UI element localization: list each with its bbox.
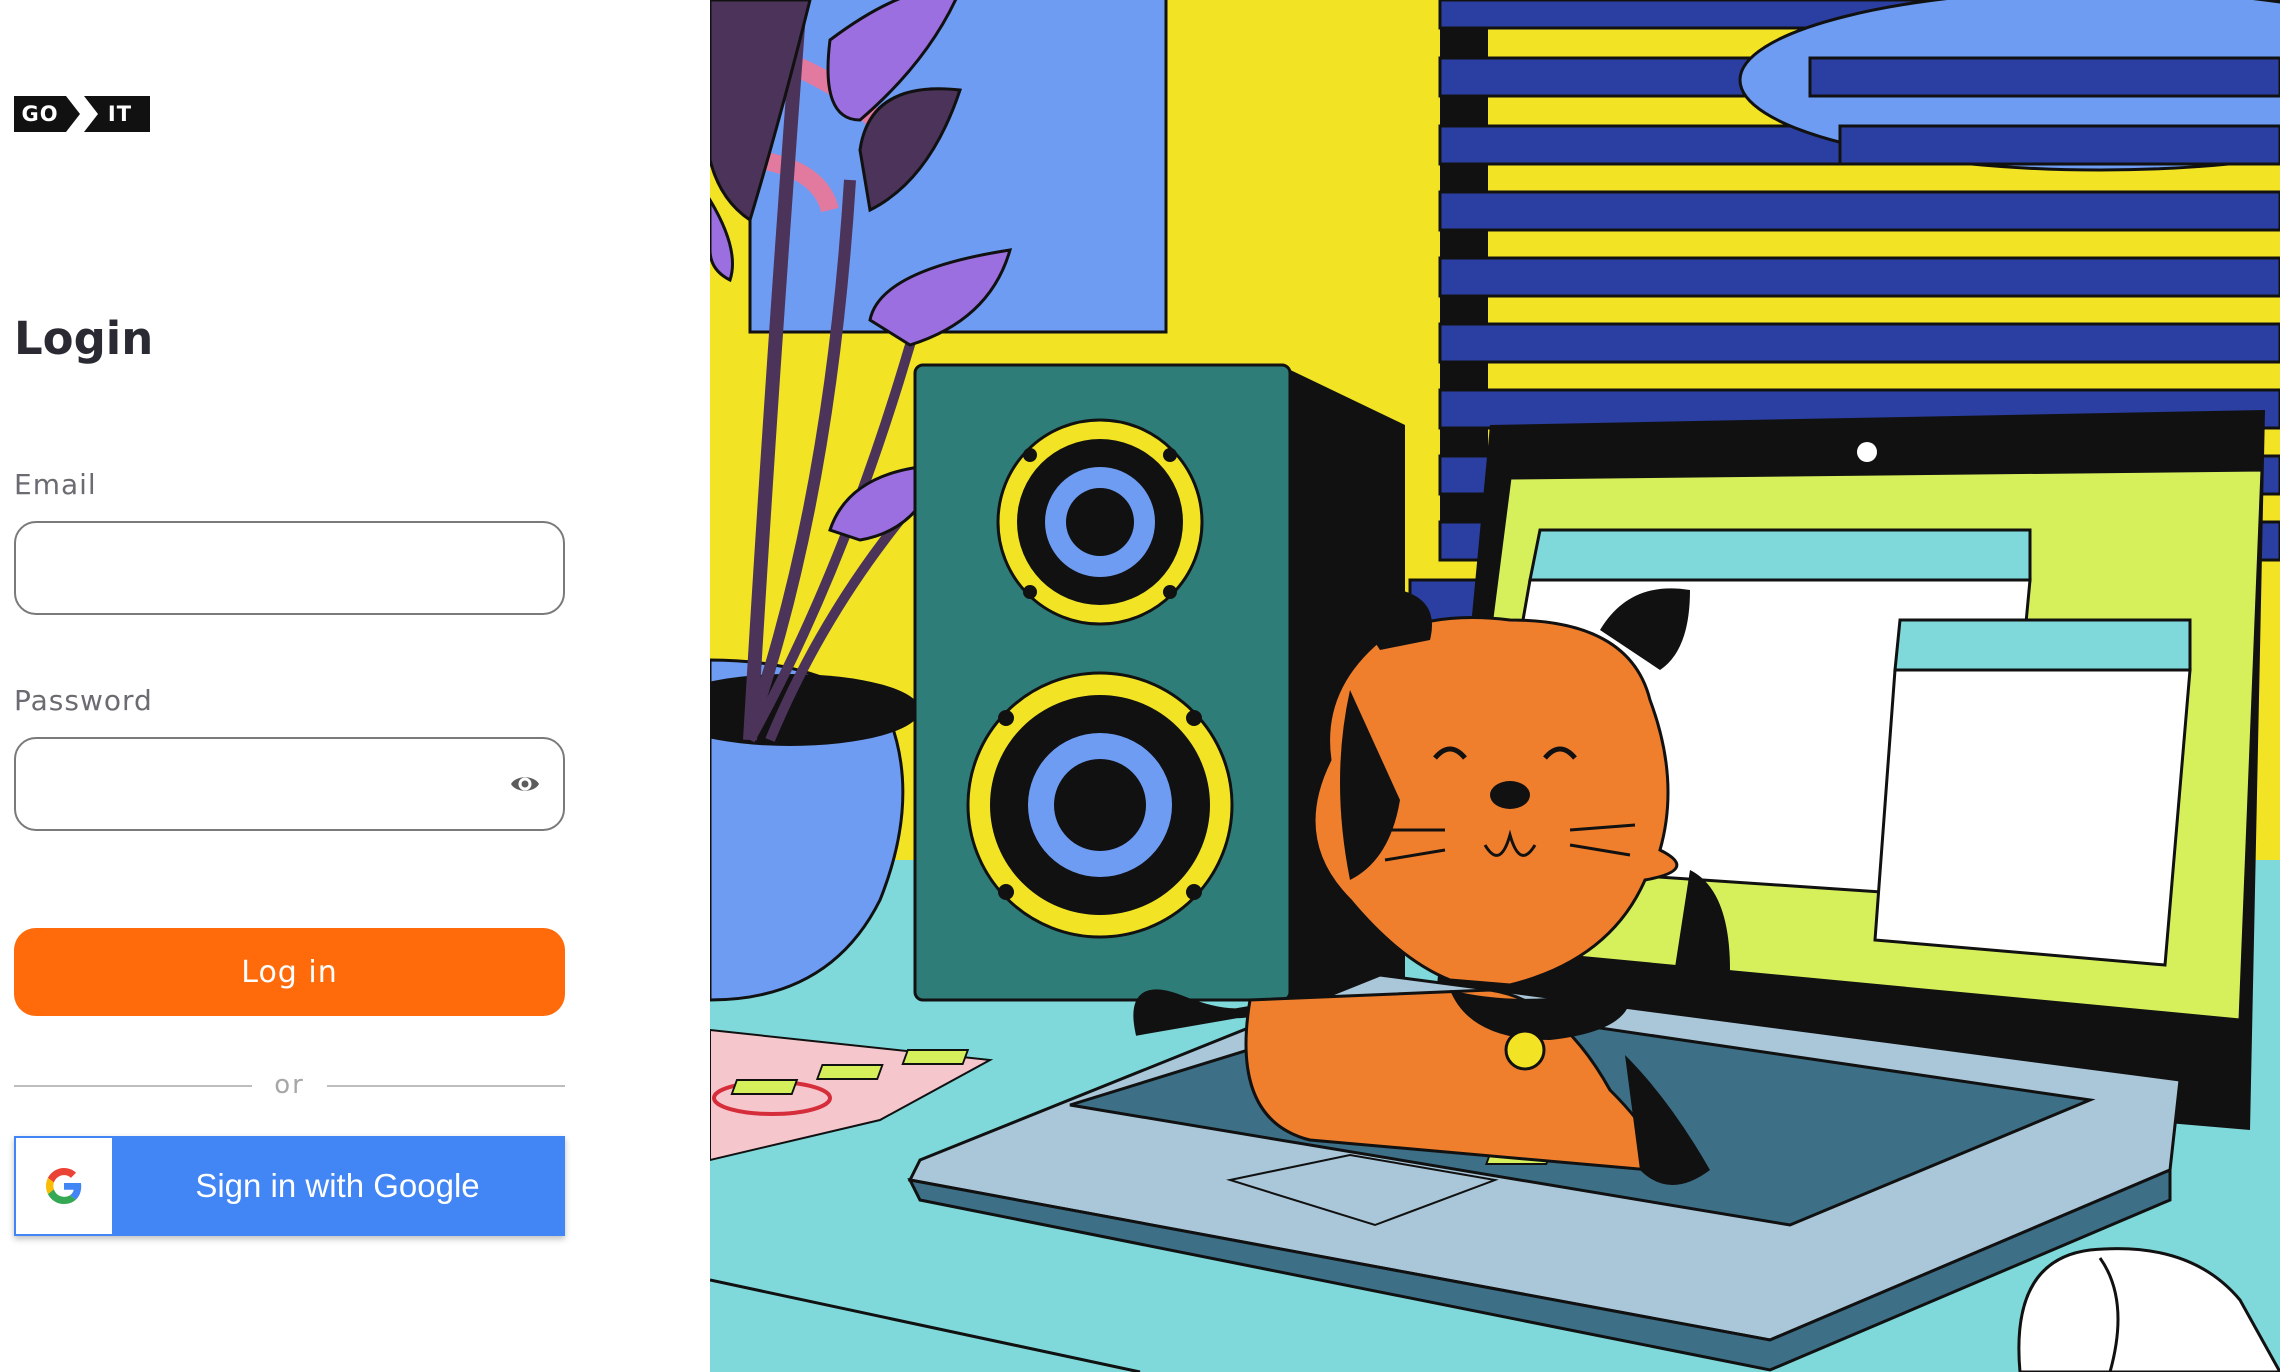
divider-line-right [327, 1085, 565, 1087]
login-panel: GO IT Login Email Password Log in or Sig… [0, 0, 710, 1372]
goit-logo: GO IT [14, 96, 150, 132]
eye-icon[interactable] [510, 772, 540, 796]
google-icon-container [16, 1138, 112, 1234]
email-field[interactable] [14, 521, 565, 615]
password-label: Password [14, 684, 153, 717]
login-button[interactable]: Log in [14, 928, 565, 1016]
page-title: Login [14, 312, 154, 365]
google-signin-label: Sign in with Google [195, 1167, 480, 1204]
email-label: Email [14, 468, 97, 501]
or-divider: or [14, 1070, 565, 1100]
google-signin-button[interactable]: Sign in with Google [14, 1136, 565, 1236]
password-field[interactable] [14, 737, 565, 831]
logo-it-text: IT [84, 96, 150, 132]
logo-go-text: GO [14, 96, 66, 132]
logo-arrow [66, 96, 80, 132]
google-g-icon [46, 1168, 82, 1204]
illustration-cat-on-laptop [710, 0, 2280, 1372]
